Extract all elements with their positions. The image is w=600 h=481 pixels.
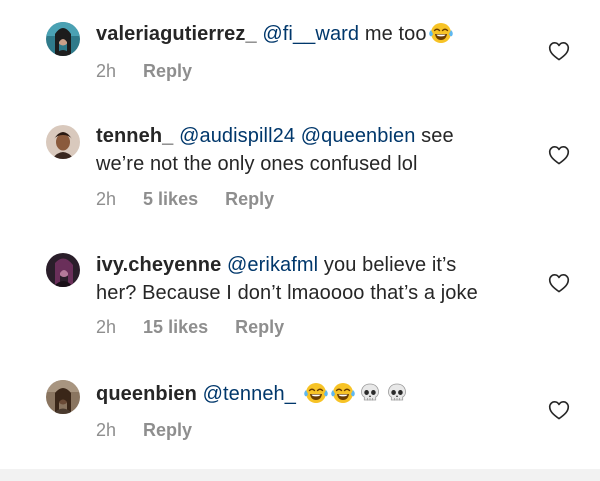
face-with-tears-of-joy-icon	[428, 21, 454, 45]
comment-meta: 2h Reply	[96, 59, 214, 83]
bottom-divider	[0, 469, 600, 481]
likes-count[interactable]: 15 likes	[143, 317, 208, 337]
avatar[interactable]	[46, 253, 80, 287]
heart-icon[interactable]	[548, 145, 570, 165]
comment-text: valeriagutierrez_ @fi__ward me too	[96, 20, 546, 48]
comment-text: ivy.cheyenne @erikafml you believe it’s …	[96, 251, 546, 307]
comment-meta: 2h 15 likes Reply	[96, 315, 306, 339]
comment-username[interactable]: tenneh_	[96, 125, 173, 147]
comment-username[interactable]: ivy.cheyenne	[96, 254, 221, 276]
comment-username[interactable]: queenbien	[96, 383, 197, 405]
reply-button[interactable]: Reply	[235, 317, 284, 337]
face-with-tears-of-joy-icon	[303, 381, 329, 405]
comment-body: we’re not the only ones confused lol	[96, 153, 418, 175]
comment-time: 2h	[96, 420, 117, 440]
comment-meta: 2h 5 likes Reply	[96, 187, 296, 211]
heart-icon[interactable]	[548, 41, 570, 61]
comment-text: tenneh_ @audispill24 @queenbien see we’r…	[96, 122, 546, 178]
skull-icon	[357, 381, 383, 405]
reply-button[interactable]: Reply	[225, 189, 274, 209]
mention-link[interactable]: @queenbien	[301, 125, 416, 147]
comment-time: 2h	[96, 61, 117, 81]
avatar[interactable]	[46, 125, 80, 159]
comment-body: you believe it’s	[318, 254, 457, 276]
comment-meta: 2h Reply	[96, 418, 214, 442]
comment-body: see	[415, 125, 454, 147]
mention-link[interactable]: @erikafml	[227, 254, 318, 276]
mention-link[interactable]: @audispill24	[179, 125, 295, 147]
likes-count[interactable]: 5 likes	[143, 189, 198, 209]
avatar[interactable]	[46, 22, 80, 56]
reply-button[interactable]: Reply	[143, 61, 192, 81]
skull-icon	[384, 381, 410, 405]
reply-button[interactable]: Reply	[143, 420, 192, 440]
comment-text: queenbien @tenneh_	[96, 380, 546, 408]
heart-icon[interactable]	[548, 273, 570, 293]
comment-body: her? Because I don’t lmaoooo that’s a jo…	[96, 282, 478, 304]
heart-icon[interactable]	[548, 400, 570, 420]
mention-link[interactable]: @fi__ward	[262, 23, 359, 45]
mention-link[interactable]: @tenneh_	[203, 383, 296, 405]
comment-body: me too	[359, 23, 427, 45]
comment-username[interactable]: valeriagutierrez_	[96, 23, 257, 45]
comment-time: 2h	[96, 317, 117, 337]
comment-time: 2h	[96, 189, 117, 209]
avatar[interactable]	[46, 380, 80, 414]
face-with-tears-of-joy-icon	[330, 381, 356, 405]
